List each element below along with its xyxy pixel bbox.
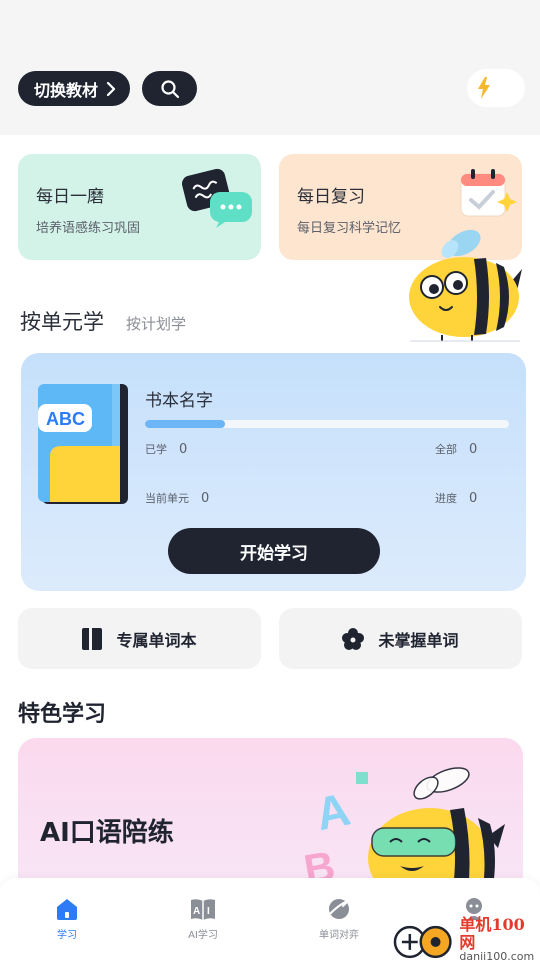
- nav-tab-study[interactable]: 学习: [27, 896, 107, 941]
- vocab-notebook-button[interactable]: 专属单词本: [18, 608, 261, 669]
- book-progress-bar: [145, 420, 509, 428]
- energy-button[interactable]: [467, 69, 525, 107]
- home-icon: [57, 899, 77, 920]
- book-cover-text: ABC: [46, 409, 85, 429]
- watermark-logo-icon: [393, 925, 452, 958]
- progress-value: 0: [469, 491, 478, 506]
- planet-icon: [327, 899, 351, 919]
- total-stat: 全部 0: [435, 441, 477, 457]
- nav-tab-study-label: 学习: [57, 930, 77, 941]
- book-name: 书本名字: [145, 391, 213, 411]
- notebook-icon: [82, 627, 103, 650]
- learned-label: 已学: [145, 443, 167, 456]
- current-unit-stat: 当前单元 0: [145, 490, 209, 506]
- switch-textbook-label: 切换教材: [34, 80, 99, 100]
- current-unit-value: 0: [201, 491, 210, 506]
- book-progress-fill: [145, 420, 226, 428]
- switch-textbook-button[interactable]: 切换教材: [18, 71, 131, 106]
- ai-book-icon: A I: [191, 899, 215, 920]
- nav-tab-ai-study[interactable]: A I AI学习: [163, 896, 243, 941]
- total-label: 全部: [435, 443, 457, 456]
- nav-tab-word-duel-label: 单词对弈: [319, 930, 359, 941]
- lightning-icon: [478, 77, 490, 99]
- nav-tab-word-duel[interactable]: 单词对弈: [299, 896, 379, 941]
- tab-by-plan[interactable]: 按计划学: [126, 313, 186, 334]
- bee-mascot: [409, 229, 522, 342]
- unmastered-words-button[interactable]: 未掌握单词: [279, 608, 522, 669]
- learned-value: 0: [179, 442, 188, 457]
- ai-speaking-card[interactable]: AI口语陪练 A B C: [18, 738, 523, 898]
- chevron-right-icon: [106, 81, 116, 96]
- nav-tab-ai-study-label: AI学习: [188, 930, 218, 941]
- search-button[interactable]: [142, 71, 197, 106]
- search-icon: [160, 79, 179, 98]
- header-background: [0, 0, 540, 135]
- svg-text:I: I: [207, 906, 210, 917]
- tab-by-unit[interactable]: 按单元学: [20, 306, 104, 336]
- flower-icon: [342, 627, 365, 650]
- total-value: 0: [469, 442, 478, 457]
- current-book-card: ABC 书本名字 已学 0 全部 0 当前单元 0 进度 0 开始学习: [21, 353, 526, 591]
- watermark-main: 单机100网: [459, 915, 525, 952]
- progress-stat: 进度 0: [435, 490, 477, 506]
- featured-section-title: 特色学习: [18, 702, 107, 727]
- vocab-notebook-label: 专属单词本: [116, 630, 197, 650]
- progress-label: 进度: [435, 492, 457, 505]
- art-letter-a: A: [311, 783, 354, 841]
- chat-bubbles-icon: [182, 168, 252, 228]
- watermark-sub: danji100.com: [459, 950, 535, 960]
- unmastered-words-label: 未掌握单词: [378, 630, 459, 650]
- start-learning-button[interactable]: 开始学习: [168, 528, 380, 574]
- learned-stat: 已学 0: [145, 441, 187, 457]
- site-watermark: 单机100网 danji100.com: [392, 916, 540, 960]
- current-unit-label: 当前单元: [145, 492, 189, 505]
- svg-text:A: A: [193, 906, 200, 917]
- ai-speaking-title: AI口语陪练: [40, 818, 174, 848]
- daily-practice-card[interactable]: 每日一磨 培养语感练习巩固: [18, 154, 261, 260]
- book-cover[interactable]: ABC: [38, 384, 128, 504]
- calendar-check-icon: [460, 169, 517, 217]
